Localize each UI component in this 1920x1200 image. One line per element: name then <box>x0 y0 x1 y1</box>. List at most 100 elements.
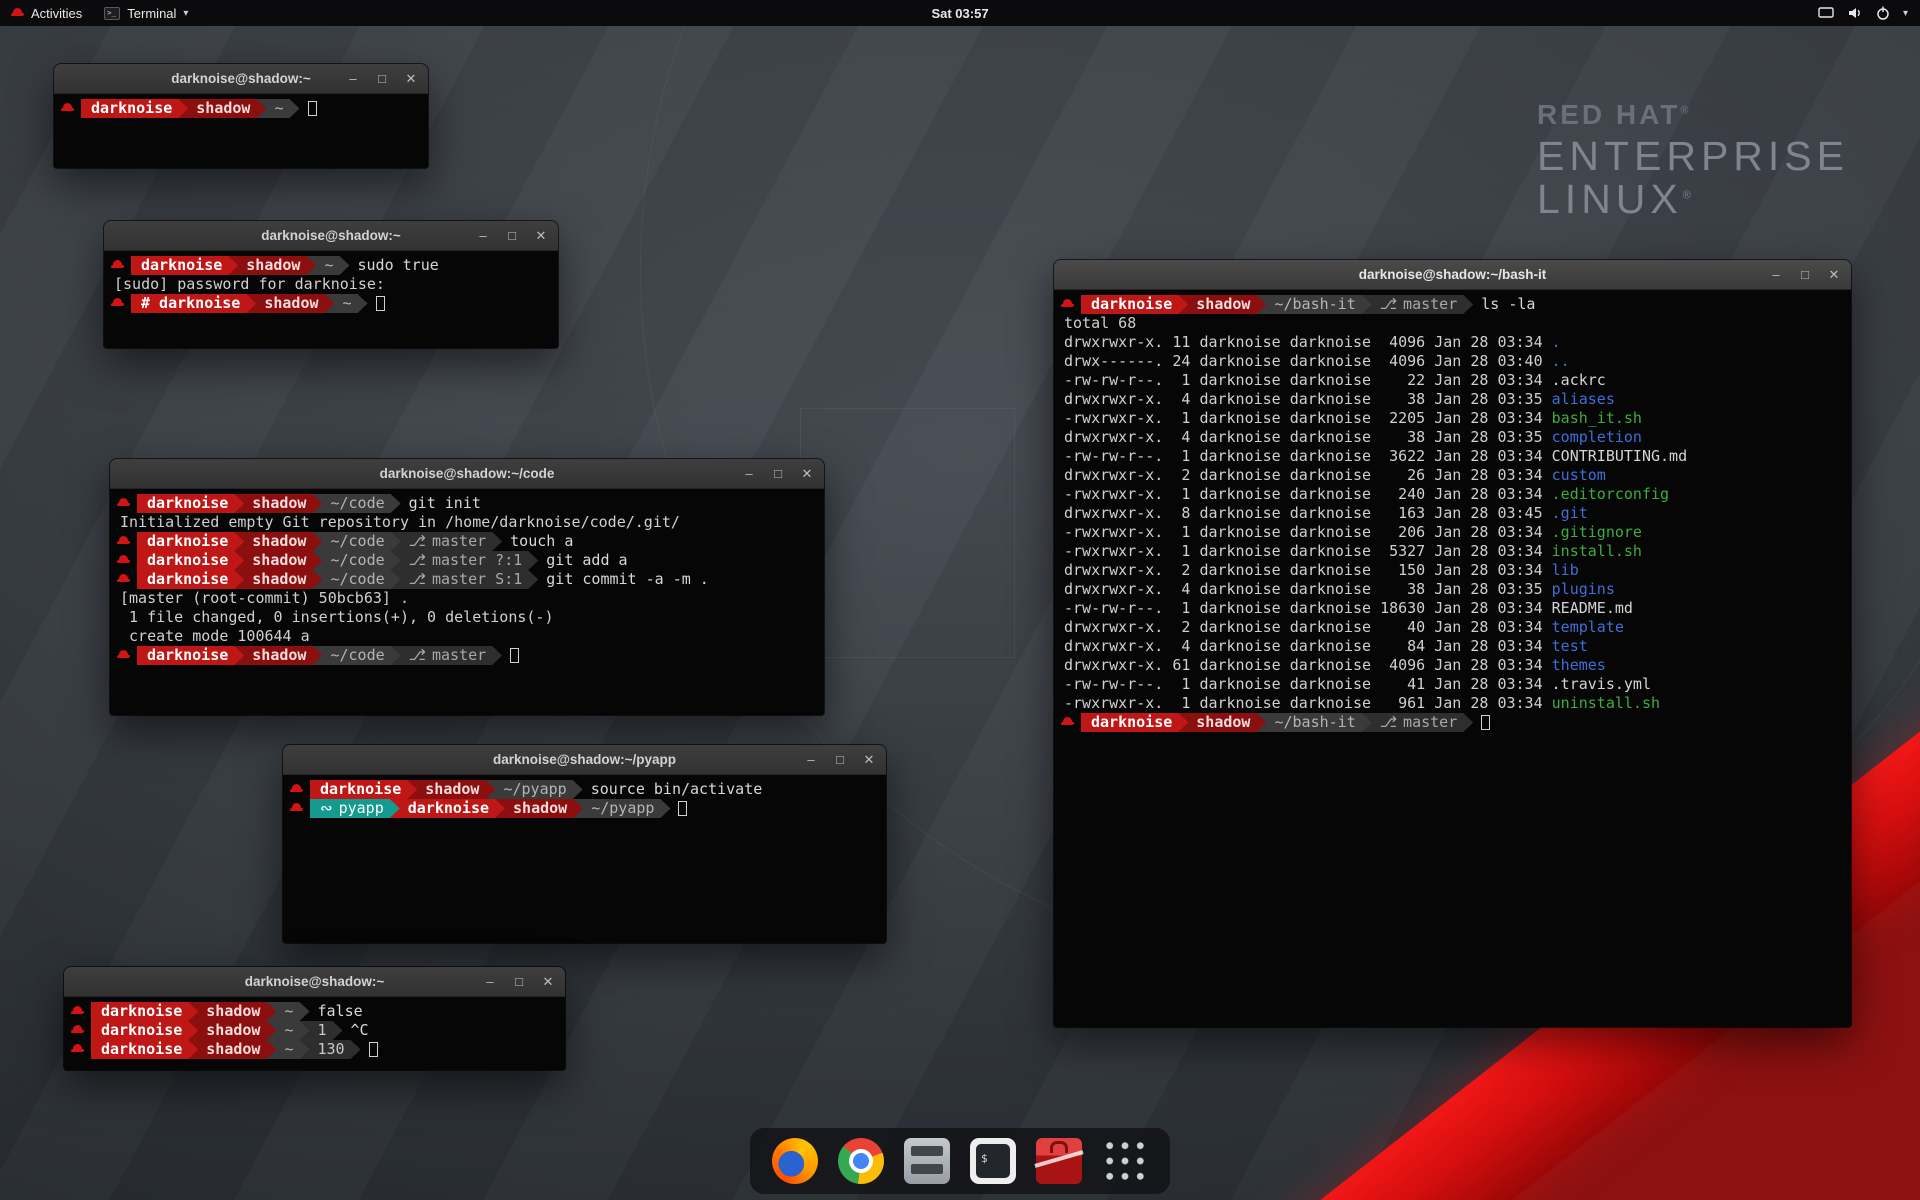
file-group: darknoise <box>1290 485 1371 503</box>
system-status-area[interactable]: ▾ <box>1818 0 1920 26</box>
file-size: 38 <box>1380 390 1425 409</box>
branch-icon: ⎇ <box>409 570 426 588</box>
terminal-window-home-2[interactable]: darknoise@shadow:~ – □ ✕ darknoiseshadow… <box>64 967 565 1070</box>
maximize-button[interactable]: □ <box>771 466 785 481</box>
prompt-segment-host: shadow <box>1178 713 1266 732</box>
link-count: 4 <box>1172 390 1190 409</box>
terminal-content[interactable]: darknoiseshadow~/bash-it⎇masterls -latot… <box>1054 290 1851 1027</box>
titlebar[interactable]: darknoise@shadow:~/pyapp – □ ✕ <box>283 745 886 775</box>
command-text: touch a <box>510 532 573 550</box>
power-icon <box>1876 6 1890 20</box>
terminal-window-sudo[interactable]: darknoise@shadow:~ – □ ✕ darknoiseshadow… <box>104 221 558 348</box>
prompt-segment-user: darknoise <box>1081 713 1188 732</box>
file-size: 22 <box>1380 371 1425 390</box>
prompt-segment-path: ~/bash-it <box>1256 713 1371 732</box>
command-text: ^C <box>351 1021 369 1039</box>
file-name: README.md <box>1552 599 1633 617</box>
minimize-button[interactable]: – <box>346 71 360 86</box>
terminal-window-home-1[interactable]: darknoise@shadow:~ – □ ✕ darknoiseshadow… <box>54 64 428 168</box>
file-owner: darknoise <box>1199 428 1280 446</box>
close-button[interactable]: ✕ <box>404 71 418 87</box>
branch-icon: ⎇ <box>409 532 426 550</box>
terminal-content[interactable]: darknoiseshadow~sudo true[sudo] password… <box>104 251 558 348</box>
prompt-segment-host: shadow <box>178 99 266 118</box>
toolbox-icon-art <box>1036 1138 1082 1184</box>
link-count: 1 <box>1172 371 1190 390</box>
file-owner: darknoise <box>1199 656 1280 674</box>
file-date: Jan 28 03:34 <box>1434 561 1542 579</box>
terminal-line: drwxrwxr-x. 2 darknoise darknoise 26 Jan… <box>1056 466 1849 485</box>
registered-mark: ® <box>1683 190 1696 202</box>
files-icon[interactable] <box>904 1138 950 1184</box>
file-size: 163 <box>1380 504 1425 523</box>
titlebar[interactable]: darknoise@shadow:~ – □ ✕ <box>104 221 558 251</box>
minimize-button[interactable]: – <box>742 466 756 481</box>
close-button[interactable]: ✕ <box>534 228 548 244</box>
file-group: darknoise <box>1290 352 1371 370</box>
file-permissions: drwxrwxr-x. <box>1064 390 1163 409</box>
maximize-button[interactable]: □ <box>512 974 526 989</box>
minimize-button[interactable]: – <box>483 974 497 989</box>
maximize-button[interactable]: □ <box>505 228 519 243</box>
maximize-button[interactable]: □ <box>375 71 389 86</box>
file-permissions: drwxrwxr-x. <box>1064 428 1163 447</box>
minimize-button[interactable]: – <box>476 228 490 243</box>
terminal-content[interactable]: darknoiseshadow~falsedarknoiseshadow~1^C… <box>64 997 565 1070</box>
terminal-line: darknoiseshadow~/code⎇master <box>112 646 822 665</box>
prompt-segment-user: # darknoise <box>131 294 256 313</box>
prompt-segment-git: ⎇master <box>1362 295 1473 314</box>
apps-icon[interactable] <box>1102 1138 1148 1184</box>
file-permissions: drwxrwxr-x. <box>1064 637 1163 656</box>
titlebar[interactable]: darknoise@shadow:~/code – □ ✕ <box>110 459 824 489</box>
prompt-segment-git: ⎇master <box>391 532 502 551</box>
close-button[interactable]: ✕ <box>1827 267 1841 283</box>
redhat-icon <box>71 1043 84 1055</box>
chrome-icon[interactable] <box>838 1138 884 1184</box>
maximize-button[interactable]: □ <box>833 752 847 767</box>
file-group: darknoise <box>1290 637 1371 655</box>
file-size: 2205 <box>1380 409 1425 428</box>
link-count: 1 <box>1172 485 1190 504</box>
file-date: Jan 28 03:34 <box>1434 618 1542 636</box>
titlebar[interactable]: darknoise@shadow:~/bash-it – □ ✕ <box>1054 260 1851 290</box>
file-group: darknoise <box>1290 656 1371 674</box>
terminal-window-bash-it[interactable]: darknoise@shadow:~/bash-it – □ ✕ darknoi… <box>1054 260 1851 1027</box>
terminal-line: darknoiseshadow~ <box>56 99 426 118</box>
file-permissions: drwx------. <box>1064 352 1163 371</box>
terminal-line: darknoiseshadow~/bash-it⎇masterls -la <box>1056 295 1849 314</box>
titlebar[interactable]: darknoise@shadow:~ – □ ✕ <box>64 967 565 997</box>
close-button[interactable]: ✕ <box>541 974 555 990</box>
terminal-content[interactable]: darknoiseshadow~ <box>54 94 428 168</box>
minimize-button[interactable]: – <box>804 752 818 767</box>
clock[interactable]: Sat 03:57 <box>931 6 988 21</box>
terminal-window-pyapp[interactable]: darknoise@shadow:~/pyapp – □ ✕ darknoise… <box>283 745 886 943</box>
terminal-line: -rw-rw-r--. 1 darknoise darknoise 3622 J… <box>1056 447 1849 466</box>
link-count: 24 <box>1172 352 1190 371</box>
redhat-icon <box>11 7 24 19</box>
terminal-window-code[interactable]: darknoise@shadow:~/code – □ ✕ darknoises… <box>110 459 824 715</box>
file-date: Jan 28 03:45 <box>1434 504 1542 522</box>
firefox-icon[interactable] <box>772 1138 818 1184</box>
prompt-segment-path: ~/code <box>312 551 400 570</box>
terminal-line: drwxrwxr-x. 11 darknoise darknoise 4096 … <box>1056 333 1849 352</box>
terminal-line: -rwxrwxr-x. 1 darknoise darknoise 206 Ja… <box>1056 523 1849 542</box>
titlebar[interactable]: darknoise@shadow:~ – □ ✕ <box>54 64 428 94</box>
activities-button[interactable]: Activities <box>0 0 93 26</box>
file-name: uninstall.sh <box>1552 694 1660 712</box>
prompt-segment-host: shadow <box>495 799 583 818</box>
toolbox-icon[interactable] <box>1036 1138 1082 1184</box>
terminal-icon[interactable]: $ <box>970 1138 1016 1184</box>
close-button[interactable]: ✕ <box>862 752 876 768</box>
terminal-content[interactable]: darknoiseshadow~/pyappsource bin/activat… <box>283 775 886 943</box>
prompt-segment-host: shadow <box>188 1021 276 1040</box>
app-menu-terminal[interactable]: >_ Terminal ▾ <box>93 0 199 26</box>
terminal-content[interactable]: darknoiseshadow~/codegit initInitialized… <box>110 489 824 715</box>
prompt-segment-path: ~/pyapp <box>573 799 670 818</box>
prompt-segment-host: shadow <box>246 294 334 313</box>
maximize-button[interactable]: □ <box>1798 267 1812 282</box>
close-button[interactable]: ✕ <box>800 466 814 482</box>
redhat-icon <box>117 535 130 547</box>
prompt-segment-host: shadow <box>234 551 322 570</box>
minimize-button[interactable]: – <box>1769 267 1783 282</box>
command-text: git init <box>409 494 481 512</box>
